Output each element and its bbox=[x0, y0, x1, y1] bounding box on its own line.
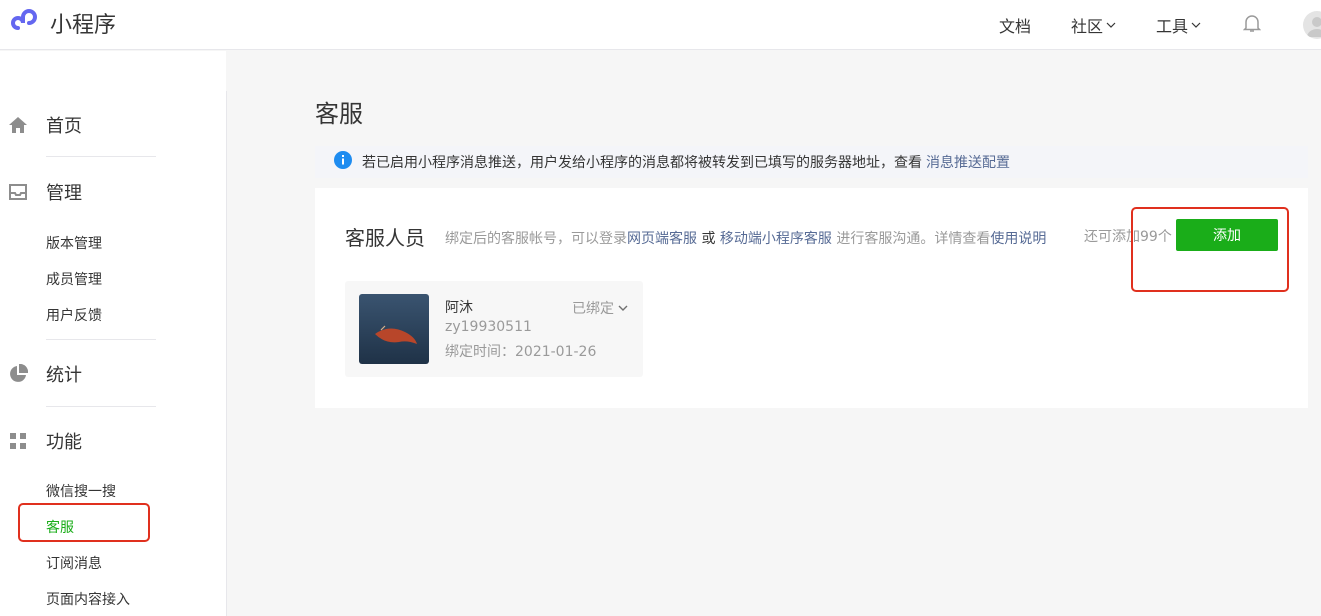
highlight-box bbox=[1131, 207, 1289, 292]
card-title: 客服人员 bbox=[345, 226, 425, 250]
sidebar-section-features[interactable]: 功能 bbox=[0, 426, 226, 456]
sidebar-section-label: 首页 bbox=[46, 116, 82, 137]
nav-tools-label: 工具 bbox=[1155, 17, 1188, 36]
nav-docs[interactable]: 文档 bbox=[999, 13, 1031, 37]
sidebar-item-wechat-search[interactable]: 微信搜一搜 bbox=[46, 481, 116, 501]
usage-guide-link[interactable]: 使用说明 bbox=[990, 231, 1046, 247]
member-avatar bbox=[359, 294, 429, 364]
app-name: 小程序 bbox=[50, 13, 117, 38]
sidebar-item-page-content[interactable]: 页面内容接入 bbox=[46, 589, 130, 609]
sidebar-section-manage[interactable]: 管理 bbox=[0, 177, 226, 207]
top-bar: 小程序 文档 社区 工具 bbox=[0, 0, 1321, 50]
nav-docs-label: 文档 bbox=[998, 17, 1031, 36]
bell-icon[interactable] bbox=[1242, 13, 1262, 37]
sidebar-section-label: 管理 bbox=[46, 183, 82, 204]
sidebar-item-versions[interactable]: 版本管理 bbox=[46, 233, 102, 253]
member-account: zy19930511 bbox=[445, 319, 532, 335]
mobile-service-link[interactable]: 移动端小程序客服 bbox=[720, 231, 832, 247]
sidebar-item-subscribe-messages[interactable]: 订阅消息 bbox=[46, 553, 102, 573]
sidebar-item-feedback[interactable]: 用户反馈 bbox=[46, 305, 102, 325]
logo[interactable]: 小程序 bbox=[8, 4, 116, 42]
notice-text: 若已启用小程序消息推送，用户发给小程序的消息都将被转发到已填写的服务器地址，查看 bbox=[362, 155, 922, 171]
page-title: 客服 bbox=[315, 100, 363, 128]
sidebar-section-home[interactable]: 首页 bbox=[0, 110, 226, 140]
nav-community[interactable]: 社区 bbox=[1071, 13, 1116, 37]
member-card: 阿沐 zy19930511 绑定时间：2021-01-26 已绑定 bbox=[345, 281, 643, 377]
member-name: 阿沐 bbox=[445, 300, 473, 316]
highlight-box bbox=[18, 503, 150, 542]
logo-icon bbox=[8, 4, 42, 42]
inbox-icon bbox=[8, 182, 28, 202]
member-status-dropdown[interactable]: 已绑定 bbox=[572, 298, 629, 318]
desc-or: 或 bbox=[701, 231, 716, 247]
sidebar-item-members[interactable]: 成员管理 bbox=[46, 269, 102, 289]
info-icon bbox=[334, 151, 352, 173]
user-avatar[interactable] bbox=[1303, 11, 1321, 39]
home-icon bbox=[8, 115, 28, 135]
nav-community-label: 社区 bbox=[1070, 17, 1103, 36]
web-service-link[interactable]: 网页端客服 bbox=[627, 231, 697, 247]
chevron-down-icon bbox=[618, 305, 628, 311]
push-config-link[interactable]: 消息推送配置 bbox=[926, 152, 1010, 172]
member-bind-time: 绑定时间：2021-01-26 bbox=[445, 344, 597, 360]
pie-chart-icon bbox=[8, 364, 28, 384]
divider bbox=[46, 406, 156, 407]
sidebar-divider bbox=[226, 91, 227, 616]
sidebar-section-stats[interactable]: 统计 bbox=[0, 359, 226, 389]
desc-text: 绑定后的客服帐号，可以登录 bbox=[445, 231, 627, 247]
member-status-label: 已绑定 bbox=[572, 301, 614, 317]
card-description: 绑定后的客服帐号，可以登录网页端客服 或 移动端小程序客服 进行客服沟通。详情查… bbox=[445, 228, 1046, 248]
divider bbox=[46, 339, 156, 340]
sidebar-section-label: 统计 bbox=[46, 365, 82, 386]
chevron-down-icon bbox=[1106, 22, 1116, 28]
nav-tools[interactable]: 工具 bbox=[1156, 13, 1201, 37]
grid-icon bbox=[8, 431, 28, 451]
info-notice: 若已启用小程序消息推送，用户发给小程序的消息都将被转发到已填写的服务器地址，查看… bbox=[315, 146, 1308, 178]
chevron-down-icon bbox=[1191, 22, 1201, 28]
sidebar-section-label: 功能 bbox=[46, 432, 82, 453]
top-nav: 文档 社区 工具 bbox=[959, 0, 1321, 50]
divider bbox=[46, 156, 156, 157]
desc-text: 进行客服沟通。详情查看 bbox=[836, 231, 991, 247]
